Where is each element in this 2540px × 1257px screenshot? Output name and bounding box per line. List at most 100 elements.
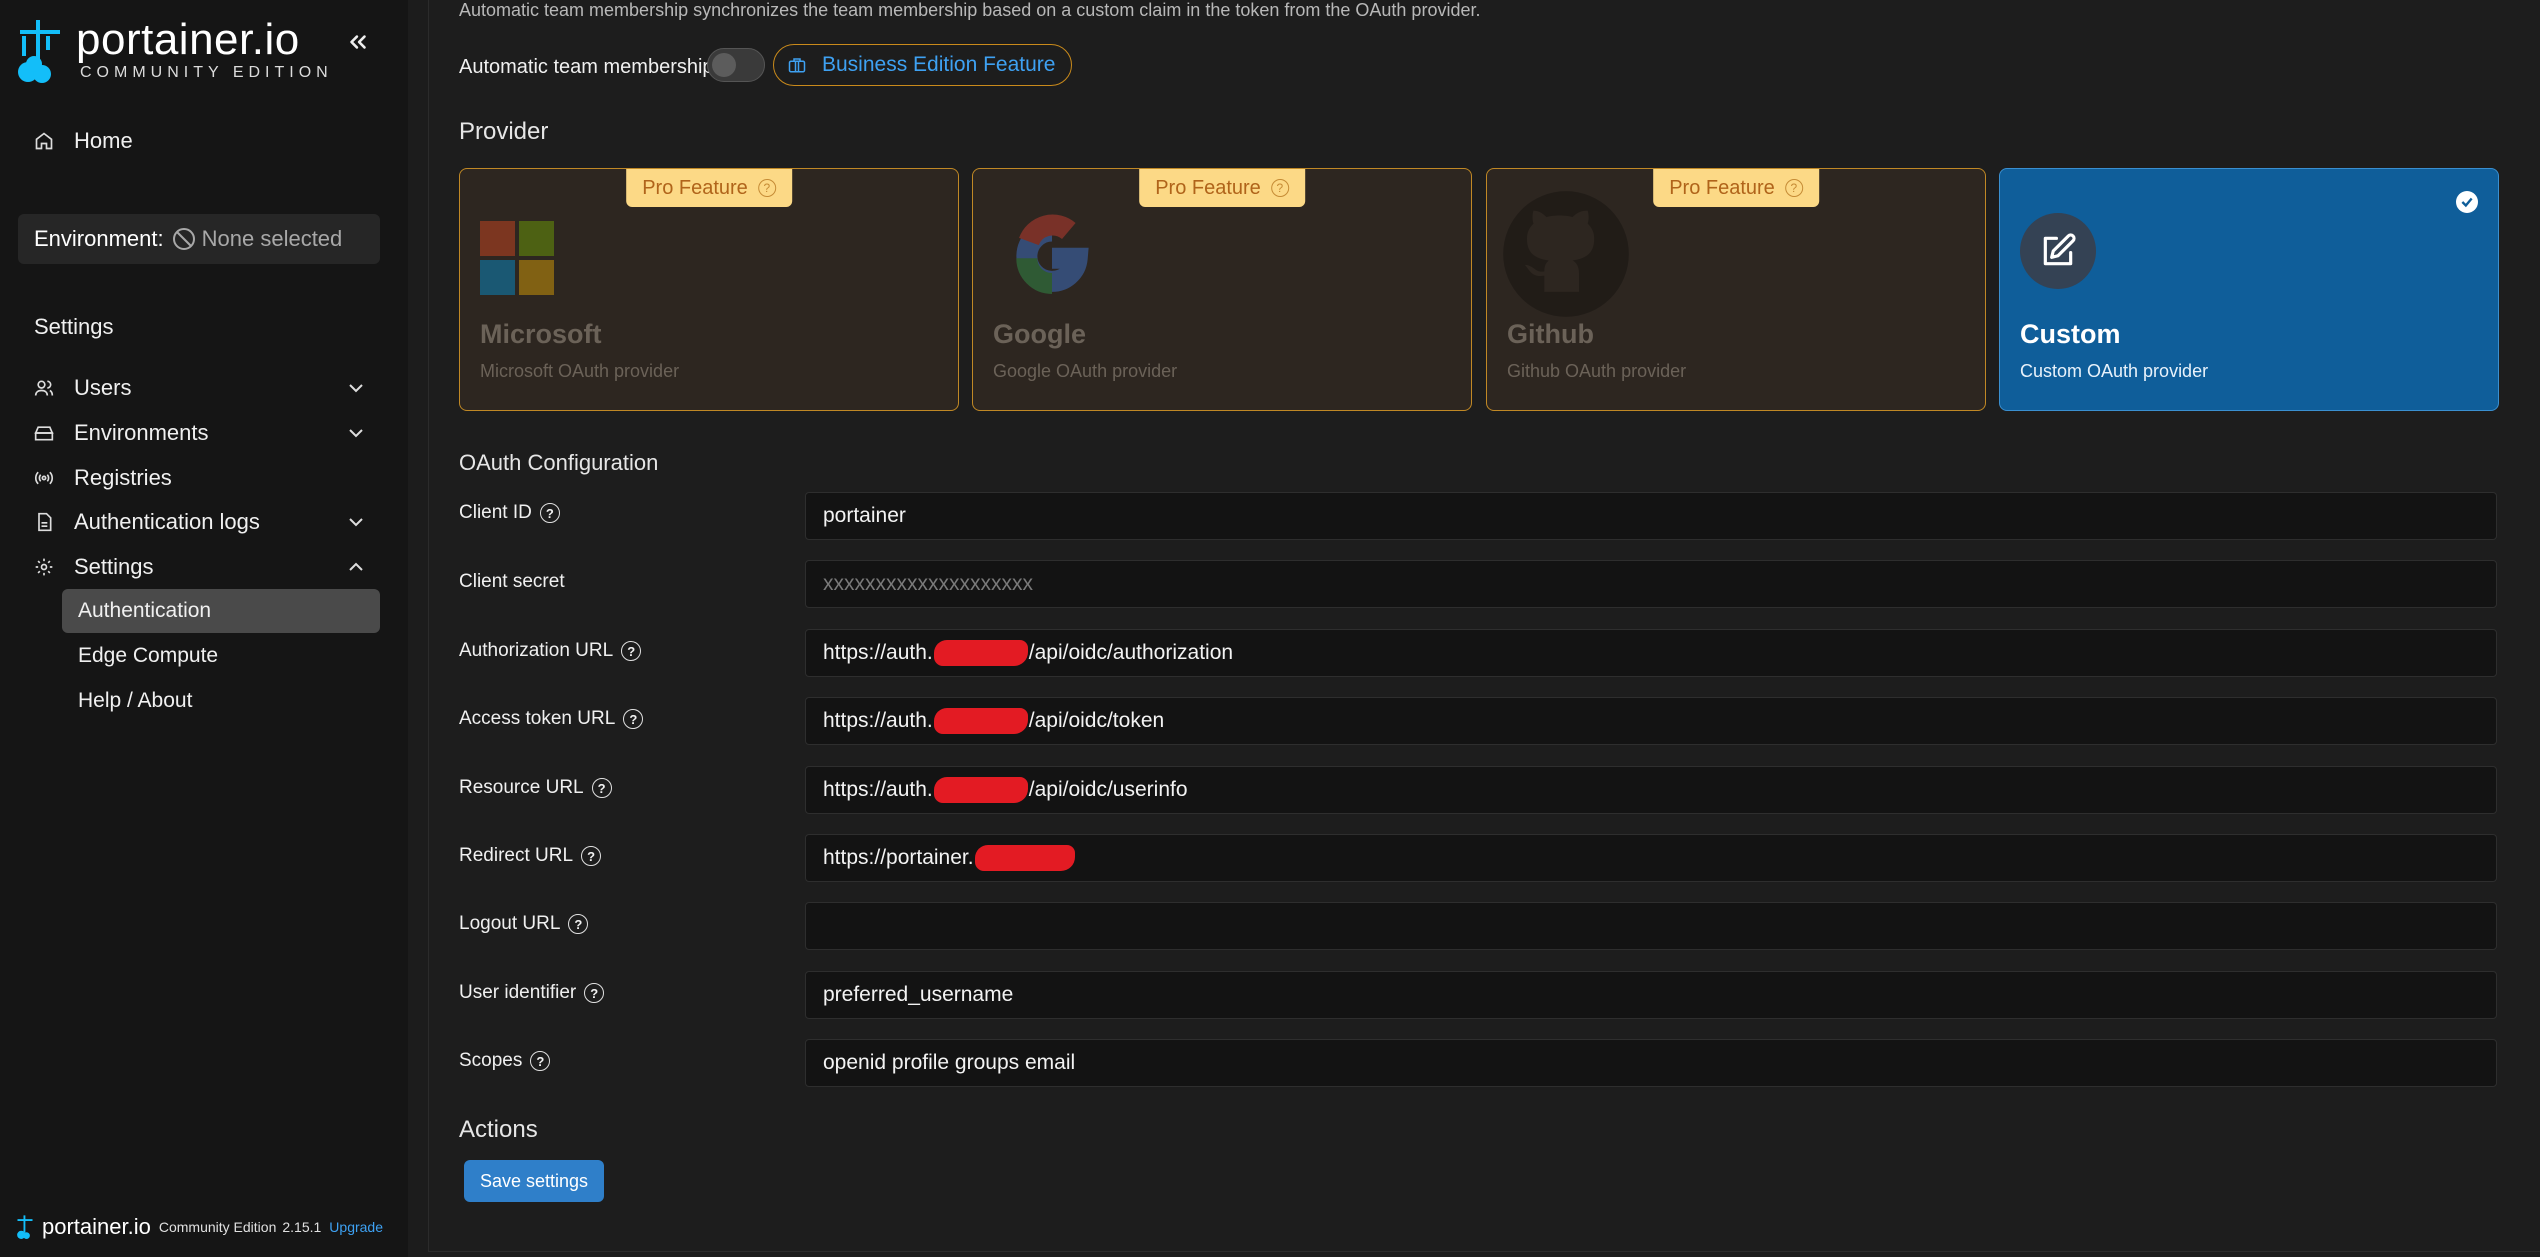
gear-icon <box>32 555 56 579</box>
chevron-up-icon <box>349 562 363 571</box>
provider-title: Github <box>1507 319 1594 349</box>
access-token-url-label: Access token URL? <box>459 708 644 730</box>
actions-heading: Actions <box>459 1116 538 1143</box>
help-icon[interactable]: ? <box>539 503 560 523</box>
footer-brand: portainer.io <box>42 1214 151 1239</box>
save-settings-button[interactable]: Save settings <box>464 1160 605 1202</box>
provider-card-github[interactable]: Pro Feature? Github Github OAuth provide… <box>1486 168 1986 411</box>
microsoft-logo-icon <box>480 221 554 295</box>
provider-card-custom[interactable]: Custom Custom OAuth provider <box>1999 168 2499 411</box>
radio-icon <box>32 466 56 490</box>
environment-label: Environment: <box>34 226 164 251</box>
sidebar-item-users[interactable]: Users <box>32 368 363 408</box>
client-id-label: Client ID? <box>459 502 560 524</box>
user-identifier-label: User identifier? <box>459 982 605 1004</box>
provider-title: Custom <box>2020 319 2121 349</box>
sidebar-subitem-edge-compute[interactable]: Edge Compute <box>62 634 380 678</box>
chevron-down-icon <box>349 429 363 438</box>
help-icon[interactable]: ? <box>584 983 605 1003</box>
logo-edition: COMMUNITY EDITION <box>80 64 333 81</box>
help-icon: ? <box>1784 179 1803 197</box>
selected-check-icon <box>2456 191 2478 213</box>
team-membership-toggle[interactable] <box>707 48 765 82</box>
sidebar-item-home[interactable]: Home <box>32 121 133 161</box>
sidebar-item-registries[interactable]: Registries <box>32 458 172 498</box>
ban-icon <box>172 228 195 250</box>
google-logo-icon <box>1016 214 1089 294</box>
client-secret-input[interactable]: xxxxxxxxxxxxxxxxxxxx <box>805 560 2497 608</box>
team-membership-description: Automatic team membership synchronizes t… <box>459 0 1481 20</box>
oauth-configuration-heading: OAuth Configuration <box>459 450 659 475</box>
chevron-down-icon <box>349 384 363 393</box>
sidebar-subitem-help-about[interactable]: Help / About <box>62 679 380 723</box>
help-icon[interactable]: ? <box>621 641 642 661</box>
logout-url-input[interactable] <box>805 902 2497 950</box>
provider-subtitle: Google OAuth provider <box>993 361 1178 381</box>
sidebar-item-authentication-logs[interactable]: Authentication logs <box>32 502 363 542</box>
sidebar-item-environments[interactable]: Environments <box>32 413 363 453</box>
github-logo-icon <box>1503 191 1629 317</box>
user-identifier-input[interactable]: preferred_username <box>805 971 2497 1019</box>
resource-url-input[interactable]: https://auth./api/oidc/userinfo <box>805 766 2497 814</box>
sidebar-footer: portainer.io Community Edition 2.15.1 Up… <box>16 1212 383 1242</box>
edit-icon <box>2020 213 2096 289</box>
redaction-mark <box>933 777 1028 803</box>
scopes-input[interactable]: openid profile groups email <box>805 1039 2497 1087</box>
sidebar-item-label: Environments <box>74 420 209 445</box>
main-content: Automatic team membership synchronizes t… <box>428 0 2540 1252</box>
sidebar-item-settings[interactable]: Settings <box>32 547 363 587</box>
footer-version: 2.15.1 <box>282 1219 322 1235</box>
help-icon[interactable]: ? <box>581 846 602 866</box>
sidebar-item-label: Users <box>74 375 132 400</box>
redirect-url-input[interactable]: https://portainer. <box>805 834 2497 882</box>
sidebar-item-label: Settings <box>74 554 154 579</box>
logo-name: portainer.io <box>76 15 300 64</box>
provider-card-google[interactable]: Pro Feature? Google Google OAuth provide… <box>972 168 1472 411</box>
business-edition-badge[interactable]: Business Edition Feature <box>773 44 1073 86</box>
help-icon[interactable]: ? <box>623 709 644 729</box>
provider-title: Microsoft <box>480 319 602 349</box>
environment-selector[interactable]: Environment: None selected <box>18 214 380 264</box>
pro-feature-badge: Pro Feature? <box>626 169 792 207</box>
sidebar-item-label: Authentication logs <box>74 509 260 534</box>
provider-subtitle: Custom OAuth provider <box>2020 361 2209 381</box>
redaction-mark <box>933 708 1028 734</box>
resource-url-label: Resource URL? <box>459 777 612 799</box>
chevron-down-icon <box>349 518 363 527</box>
home-icon <box>32 129 56 153</box>
portainer-small-logo-icon <box>17 1215 33 1239</box>
scopes-label: Scopes? <box>459 1050 551 1072</box>
upgrade-link[interactable]: Upgrade <box>329 1219 383 1235</box>
sidebar-subitem-label: Authentication <box>78 599 212 622</box>
users-icon <box>32 376 56 400</box>
file-text-icon <box>32 510 56 534</box>
business-edition-label: Business Edition Feature <box>822 53 1056 76</box>
sidebar: portainer.io COMMUNITY EDITION Home Envi… <box>0 0 408 1257</box>
help-icon[interactable]: ? <box>530 1051 551 1071</box>
provider-card-microsoft[interactable]: Pro Feature? Microsoft Microsoft OAuth p… <box>459 168 959 411</box>
help-icon[interactable]: ? <box>568 914 589 934</box>
pro-feature-badge: Pro Feature? <box>1653 169 1819 207</box>
authorization-url-label: Authorization URL? <box>459 640 642 662</box>
help-icon: ? <box>1270 179 1289 197</box>
sidebar-subitem-label: Edge Compute <box>78 644 219 667</box>
provider-title: Google <box>993 319 1086 349</box>
redirect-url-label: Redirect URL? <box>459 845 602 867</box>
help-icon: ? <box>757 179 776 197</box>
logout-url-label: Logout URL? <box>459 913 589 935</box>
authorization-url-input[interactable]: https://auth./api/oidc/authorization <box>805 629 2497 677</box>
sidebar-item-label: Home <box>74 128 133 153</box>
help-icon[interactable]: ? <box>591 778 612 798</box>
portainer-logo-icon <box>18 20 60 83</box>
client-secret-label: Client secret <box>459 571 565 592</box>
access-token-url-input[interactable]: https://auth./api/oidc/token <box>805 697 2497 745</box>
pro-feature-badge: Pro Feature? <box>1139 169 1305 207</box>
sidebar-subitem-authentication[interactable]: Authentication <box>62 589 380 633</box>
collapse-sidebar-button[interactable] <box>338 22 378 62</box>
client-id-input[interactable]: portainer <box>805 492 2497 540</box>
portainer-logo[interactable]: portainer.io COMMUNITY EDITION <box>16 18 333 84</box>
briefcase-icon <box>788 58 806 73</box>
chevrons-left-icon <box>350 35 366 49</box>
sidebar-subitem-label: Help / About <box>78 689 193 712</box>
redaction-mark <box>974 845 1075 871</box>
